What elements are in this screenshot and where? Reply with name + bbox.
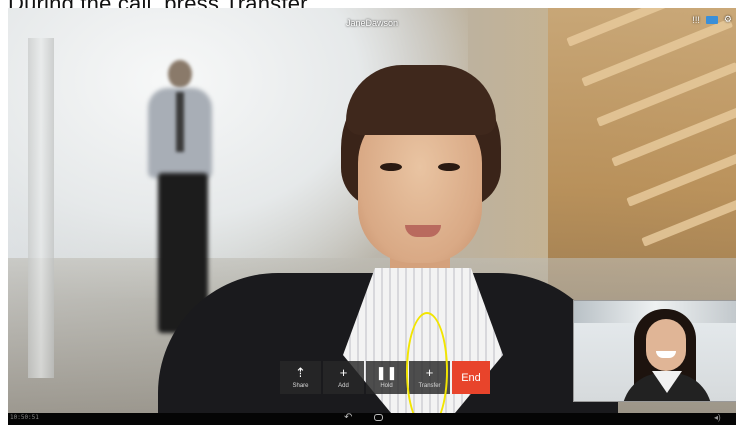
hold-button[interactable]: ❚❚ Hold [366,361,407,394]
status-icons: !!! ⚙ [692,14,732,25]
hold-label: Hold [380,383,393,389]
end-call-button[interactable]: End [452,361,490,394]
self-view-face [646,319,686,371]
video-call-screen: JaneDawson !!! ⚙ ⇡ Share + Add ❚❚ Hold +… [8,8,736,425]
participant-eye [380,163,402,171]
back-icon[interactable]: ↶ [344,412,352,423]
settings-icon[interactable]: ⚙ [724,14,732,25]
clock: 10:50:51 [10,414,39,421]
pause-icon: ❚❚ [375,365,398,380]
share-icon: ⇡ [295,365,306,380]
self-view-video[interactable] [573,300,736,402]
camera-status-icon [705,15,718,24]
highlight-annotation [406,312,448,425]
android-navigation-bar: 10:50:51 ↶ ◂) [8,412,736,425]
add-label: Add [338,383,349,389]
background-pillar [28,38,54,378]
share-label: Share [292,383,309,389]
add-button[interactable]: + Add [323,361,364,394]
home-icon[interactable] [374,414,383,421]
call-controls: ⇡ Share + Add ❚❚ Hold + Transfer End [280,361,490,394]
participant-eye [438,163,460,171]
caller-name: JaneDawson [345,18,399,28]
participant-hair-top [346,65,496,135]
volume-icon[interactable]: ◂) [714,413,721,422]
add-person-icon: + [339,365,348,380]
share-button[interactable]: ⇡ Share [280,361,321,394]
signal-icon: !!! [692,14,700,25]
